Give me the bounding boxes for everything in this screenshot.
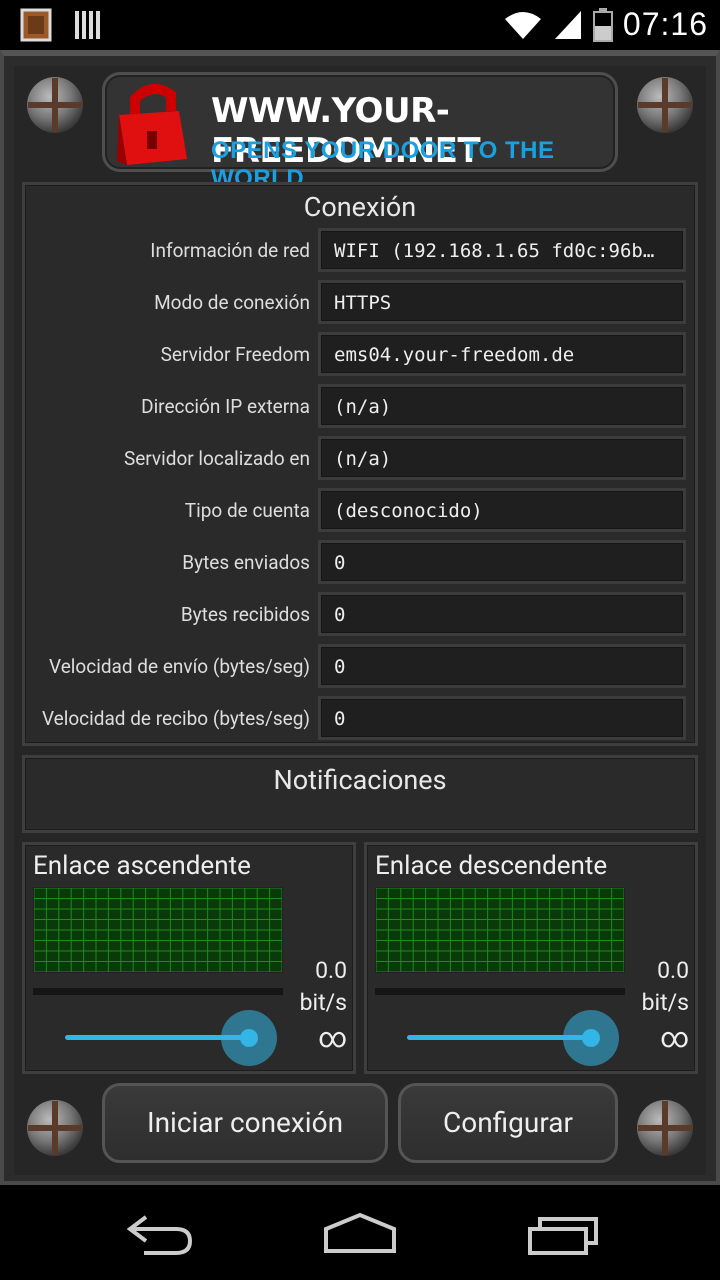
status-bar: 07:16 — [0, 0, 720, 50]
brand-banner: WWW.YOUR-FREEDOM.NET OPENS YOUR DOOR TO … — [102, 72, 618, 192]
lock-logo-icon — [117, 84, 187, 165]
home-icon[interactable] — [322, 1213, 398, 1253]
connection-row-value: ems04.your-freedom.de — [318, 332, 686, 376]
downlink-bar — [375, 988, 625, 995]
uplink-panel: Enlace ascendente 0.0 bit/s ∞ — [22, 842, 356, 1074]
connection-row-label: Bytes recibidos — [180, 603, 310, 626]
connection-row-value: 0 — [318, 696, 686, 740]
uplink-speed: 0.0 — [315, 957, 347, 984]
connection-row-value: (n/a) — [318, 384, 686, 428]
connection-row-label: Velocidad de envío (bytes/seg) — [49, 655, 310, 678]
connection-row-label: Dirección IP externa — [141, 395, 310, 418]
notifications-title: Notificaciones — [273, 764, 447, 796]
uplink-slider-thumb[interactable] — [240, 1029, 258, 1047]
connection-row-label: Servidor Freedom — [160, 343, 310, 366]
clock: 07:16 — [622, 6, 708, 42]
uplink-title: Enlace ascendente — [33, 851, 251, 881]
signal-icon — [554, 10, 581, 39]
downlink-unit: bit/s — [641, 989, 689, 1016]
notifications-panel: Notificaciones — [22, 755, 698, 833]
wifi-icon — [504, 11, 541, 39]
uplink-bar — [33, 988, 283, 995]
downlink-panel: Enlace descendente 0.0 bit/s ∞ — [364, 842, 698, 1074]
navigation-bar — [0, 1185, 720, 1280]
back-icon[interactable] — [124, 1211, 196, 1255]
uplink-unit: bit/s — [299, 989, 347, 1016]
app-icon — [20, 8, 52, 42]
connection-row-value: (desconocido) — [318, 488, 686, 532]
battery-icon — [592, 7, 613, 42]
connection-row-value: 0 — [318, 540, 686, 584]
downlink-speed: 0.0 — [657, 957, 689, 984]
bolt-icon — [27, 77, 83, 133]
bolt-icon — [27, 1100, 83, 1156]
connection-row-value: 0 — [318, 592, 686, 636]
downlink-slider-thumb[interactable] — [582, 1029, 600, 1047]
uplink-limit: ∞ — [318, 1021, 347, 1054]
connection-row-label: Velocidad de recibo (bytes/seg) — [41, 707, 310, 730]
downlink-title: Enlace descendente — [375, 851, 608, 881]
sim-icon — [75, 11, 100, 39]
connection-row-value: HTTPS — [318, 280, 686, 324]
connection-row-value: 0 — [318, 644, 686, 688]
connection-row-label: Bytes enviados — [182, 551, 310, 574]
connection-row-value: (n/a) — [318, 436, 686, 480]
bolt-icon — [637, 1100, 693, 1156]
start-connection-button[interactable]: Iniciar conexión — [102, 1083, 388, 1163]
connection-row-label: Información de red — [150, 239, 310, 262]
connection-row-label: Tipo de cuenta — [184, 499, 310, 522]
connection-row-label: Modo de conexión — [154, 291, 310, 314]
downlink-limit: ∞ — [660, 1021, 689, 1054]
uplink-graph — [33, 887, 283, 973]
recents-icon[interactable] — [526, 1215, 600, 1255]
connection-title: Conexión — [303, 191, 417, 223]
downlink-graph — [375, 887, 625, 973]
bolt-icon — [637, 77, 693, 133]
configure-button[interactable]: Configurar — [398, 1083, 618, 1163]
connection-row-value: WIFI (192.168.1.65 fd0c:96b… — [318, 228, 686, 272]
connection-row-label: Servidor localizado en — [123, 447, 310, 470]
